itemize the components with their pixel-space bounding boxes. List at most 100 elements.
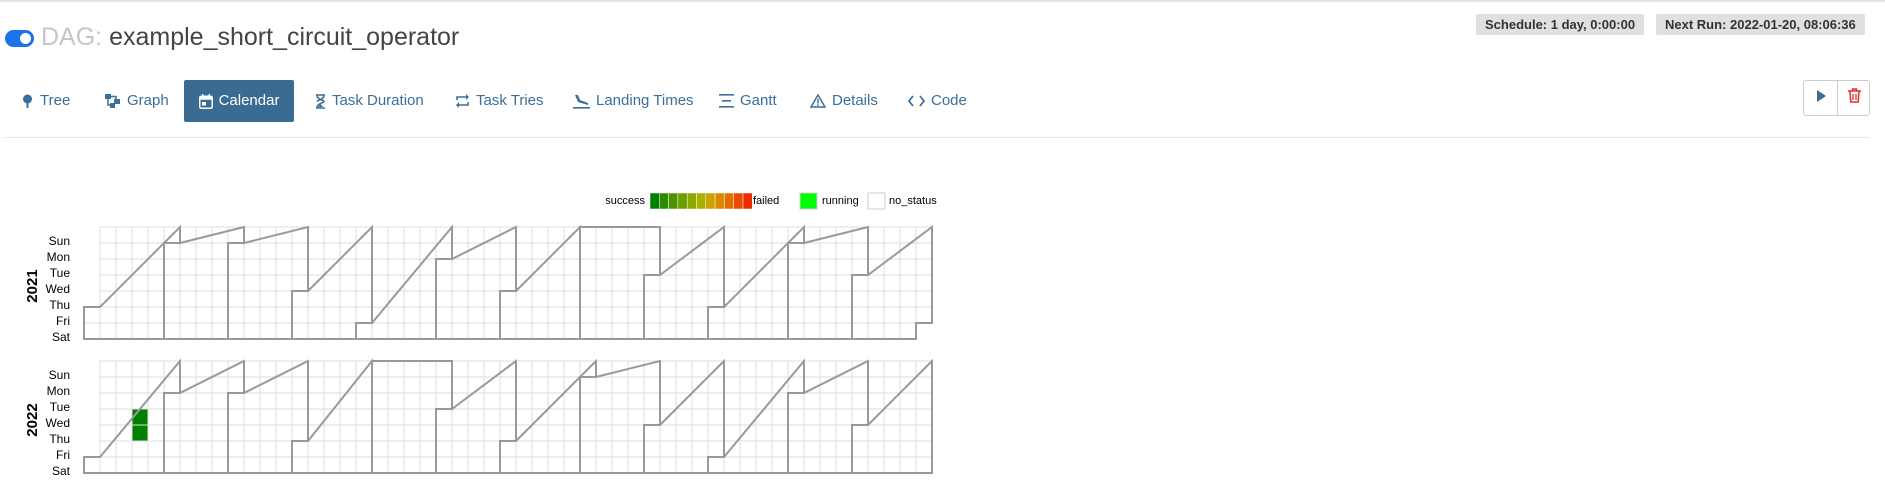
day-cell bbox=[899, 322, 917, 340]
day-cell bbox=[867, 376, 885, 394]
day-cell bbox=[611, 424, 629, 442]
day-cell bbox=[243, 376, 261, 394]
day-cell bbox=[675, 306, 693, 324]
day-cell bbox=[675, 322, 693, 340]
day-cell bbox=[899, 408, 917, 426]
day-cell bbox=[243, 322, 261, 340]
day-cell bbox=[739, 440, 757, 458]
day-cell bbox=[595, 424, 613, 442]
day-cell bbox=[819, 376, 837, 394]
day-cell bbox=[803, 408, 821, 426]
day-cell bbox=[387, 258, 405, 276]
day-cell bbox=[755, 242, 773, 260]
day-cell bbox=[179, 392, 197, 410]
tab-landing-times[interactable]: Landing Times bbox=[573, 80, 694, 122]
day-cell bbox=[211, 290, 229, 308]
day-cell bbox=[387, 408, 405, 426]
day-cell bbox=[259, 376, 277, 394]
tab-task-tries[interactable]: Task Tries bbox=[455, 80, 544, 122]
day-cell bbox=[355, 274, 373, 292]
day-cell bbox=[739, 456, 757, 474]
day-cell bbox=[723, 274, 741, 292]
day-cell bbox=[163, 258, 181, 276]
day-cell bbox=[883, 424, 901, 442]
delete-dag-button[interactable] bbox=[1837, 81, 1871, 115]
day-cell bbox=[243, 408, 261, 426]
day-cell bbox=[259, 360, 277, 378]
day-cell bbox=[579, 424, 597, 442]
day-cell bbox=[435, 408, 453, 426]
day-cell bbox=[371, 258, 389, 276]
weekday-label: Sat bbox=[52, 464, 71, 478]
day-cell bbox=[723, 242, 741, 260]
day-cell bbox=[915, 392, 933, 410]
day-cell bbox=[339, 360, 357, 378]
day-cell bbox=[787, 306, 805, 324]
day-cell bbox=[419, 360, 437, 378]
day-cell bbox=[387, 322, 405, 340]
day-cell bbox=[675, 360, 693, 378]
day-cell bbox=[419, 322, 437, 340]
day-cell bbox=[579, 376, 597, 394]
legend-gradient-swatch bbox=[649, 192, 660, 210]
day-cell bbox=[819, 290, 837, 308]
dag-name: example_short_circuit_operator bbox=[109, 23, 460, 51]
day-cell bbox=[835, 322, 853, 340]
day-cell bbox=[483, 424, 501, 442]
day-cell bbox=[147, 274, 165, 292]
day-cell bbox=[499, 306, 517, 324]
pause-toggle[interactable] bbox=[5, 30, 34, 47]
day-cell bbox=[387, 242, 405, 260]
day-cell bbox=[915, 408, 933, 426]
tab-code[interactable]: Code bbox=[908, 80, 967, 122]
day-cell bbox=[547, 274, 565, 292]
day-cell bbox=[563, 456, 581, 474]
day-cell bbox=[883, 408, 901, 426]
day-cell bbox=[531, 392, 549, 410]
tab-task-duration[interactable]: Task Duration bbox=[315, 80, 424, 122]
day-cell bbox=[499, 424, 517, 442]
day-cell bbox=[707, 392, 725, 410]
day-cell bbox=[387, 306, 405, 324]
tab-calendar[interactable]: Calendar bbox=[184, 80, 294, 122]
day-cell bbox=[899, 306, 917, 324]
day-cell bbox=[531, 322, 549, 340]
tab-tree[interactable]: Tree bbox=[21, 80, 70, 122]
day-cell bbox=[339, 408, 357, 426]
day-cell bbox=[243, 290, 261, 308]
day-cell bbox=[179, 274, 197, 292]
day-cell bbox=[307, 440, 325, 458]
day-cell bbox=[627, 440, 645, 458]
day-cell bbox=[595, 226, 613, 244]
tab-gantt[interactable]: Gantt bbox=[719, 80, 777, 122]
day-cell bbox=[147, 424, 165, 442]
day-cell bbox=[723, 408, 741, 426]
day-cell bbox=[819, 242, 837, 260]
day-cell bbox=[227, 322, 245, 340]
day-cell bbox=[771, 290, 789, 308]
day-cell bbox=[835, 440, 853, 458]
day-cell bbox=[435, 376, 453, 394]
tab-graph[interactable]: Graph bbox=[105, 80, 169, 122]
day-cell bbox=[451, 306, 469, 324]
tab-details[interactable]: Details bbox=[810, 80, 878, 122]
day-cell bbox=[563, 274, 581, 292]
day-cell bbox=[915, 258, 933, 276]
day-cell bbox=[611, 392, 629, 410]
trigger-dag-button[interactable] bbox=[1804, 81, 1837, 115]
day-cell bbox=[627, 392, 645, 410]
day-cell bbox=[819, 274, 837, 292]
day-cell bbox=[899, 274, 917, 292]
weekday-label: Wed bbox=[46, 416, 70, 430]
day-cell bbox=[403, 376, 421, 394]
day-cell bbox=[643, 322, 661, 340]
day-cell bbox=[851, 456, 869, 474]
day-cell bbox=[355, 440, 373, 458]
day-cell bbox=[243, 274, 261, 292]
day-cell bbox=[467, 306, 485, 324]
day-cell bbox=[547, 306, 565, 324]
day-cell bbox=[131, 306, 149, 324]
day-cell bbox=[611, 408, 629, 426]
day-cell bbox=[563, 242, 581, 260]
day-cell bbox=[403, 408, 421, 426]
